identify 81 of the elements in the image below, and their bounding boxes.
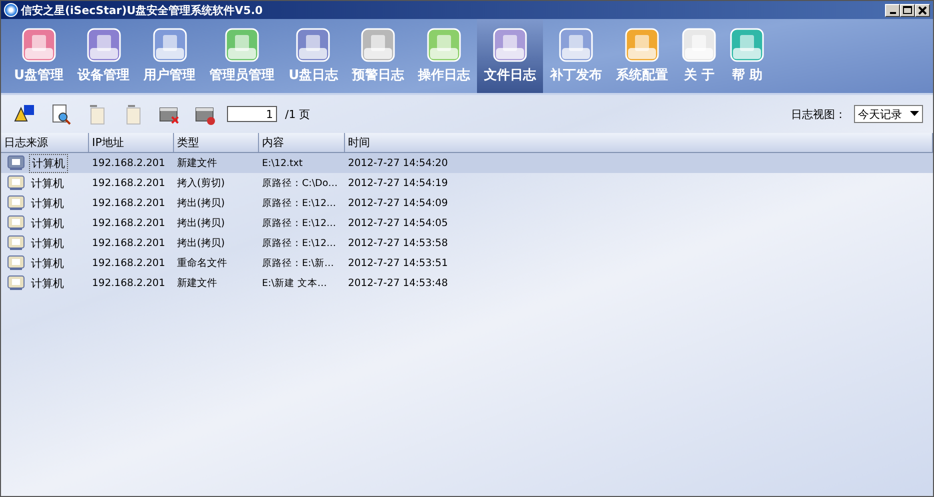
table-cell-text: E:\新建 文本… [261, 276, 328, 290]
table-cell-text: 拷出(拷贝) [176, 236, 226, 250]
tile-icon [427, 28, 462, 62]
table-cell-text: 2012-7-27 14:54:19 [347, 178, 449, 188]
view-label: 日志视图： [791, 106, 846, 122]
table-cell-text: E:\12.txt [261, 158, 304, 168]
minimize-icon [890, 12, 896, 14]
table-cell-text: 重命名文件 [176, 256, 228, 270]
table-row[interactable]: 计算机 192.168.2.201 拷出(拷贝) 原路径：E:\12… 2012-7-27 14:54:05 [1, 213, 933, 233]
table-cell-text: 2012-7-27 14:53:48 [347, 278, 449, 288]
computer-icon [7, 275, 25, 291]
table-cell-text: 2012-7-27 14:53:58 [347, 238, 449, 248]
tile-icon [625, 28, 660, 62]
tile-icon [559, 28, 594, 62]
table-cell-text: 192.168.2.201 [91, 218, 166, 228]
column-header[interactable]: IP地址 [89, 133, 174, 152]
view-dropdown[interactable]: 今天记录 [854, 105, 923, 123]
table-cell-text: 计算机 [30, 256, 65, 272]
table-cell-text: 原路径：C:\Do… [261, 176, 339, 190]
computer-icon [7, 155, 25, 171]
table-cell-text: 192.168.2.201 [91, 258, 166, 268]
table-cell-text: 192.168.2.201 [91, 198, 166, 208]
table-row[interactable]: 计算机 192.168.2.201 重命名文件 原路径：E:\新… 2012-7-27 14:53:51 [1, 253, 933, 273]
computer-icon [7, 195, 25, 211]
table-cell-text: 拷入(剪切) [176, 176, 226, 190]
maximize-button[interactable] [900, 4, 915, 16]
nav-tab[interactable]: 文件日志 [477, 19, 544, 93]
window-title: 信安之星(iSecStar)U盘安全管理系统软件V5.0 [21, 2, 263, 18]
column-header[interactable]: 日志来源 [1, 133, 89, 152]
computer-icon [7, 215, 25, 231]
table-cell-text: 2012-7-27 14:54:20 [347, 158, 449, 168]
table-cell-text: 2012-7-27 14:53:51 [347, 258, 449, 268]
table-cell-text: 拷出(拷贝) [176, 216, 226, 230]
table-cell-text: 2012-7-27 14:54:09 [347, 198, 449, 208]
table-row[interactable]: 计算机 192.168.2.201 新建文件 E:\12.txt 2012-7-27 14:54:20 [1, 153, 933, 173]
table-cell-text: 计算机 [30, 216, 65, 232]
tile-icon [296, 28, 330, 62]
minimize-button[interactable] [885, 4, 900, 16]
tile-icon [682, 28, 716, 62]
table-cell-text: 计算机 [30, 196, 65, 212]
tile-icon [225, 28, 260, 62]
table-cell-text: 192.168.2.201 [91, 238, 166, 248]
table-row[interactable]: 计算机 192.168.2.201 拷出(拷贝) 原路径：E:\12… 2012-7-27 14:54:09 [1, 193, 933, 213]
table-cell-text: 计算机 [30, 276, 65, 292]
table-cell-text: 192.168.2.201 [91, 278, 166, 288]
close-button[interactable] [915, 4, 930, 16]
column-header[interactable]: 内容 [259, 133, 345, 152]
maximize-icon [903, 6, 912, 14]
page-input[interactable]: 1 [227, 106, 277, 122]
table-cell-text: 新建文件 [176, 156, 218, 170]
table-cell-text: 原路径：E:\12… [261, 236, 337, 250]
table-row[interactable]: 计算机 192.168.2.201 拷出(拷贝) 原路径：E:\12… 2012-7-27 14:53:58 [1, 233, 933, 253]
table-cell-text: 原路径：E:\新… [261, 256, 335, 270]
search-document-icon [50, 103, 72, 125]
tile-icon [730, 28, 764, 62]
table-cell-text: 原路径：E:\12… [261, 196, 337, 210]
table-cell-text: 新建文件 [176, 276, 218, 290]
table-row[interactable]: 计算机 192.168.2.201 拷入(剪切) 原路径：C:\Do… 2012-7-27 14:54:19 [1, 173, 933, 193]
tile-icon [361, 28, 396, 62]
column-header[interactable]: 类型 [174, 133, 259, 152]
app-icon [4, 3, 18, 17]
close-icon [918, 6, 927, 14]
caret-icon [910, 111, 919, 117]
table-row[interactable]: 计算机 192.168.2.201 新建文件 E:\新建 文本… 2012-7-27 14:53:48 [1, 273, 933, 293]
table-cell-text: 原路径：E:\12… [261, 216, 337, 230]
computer-icon [7, 235, 25, 251]
tile-icon [493, 28, 528, 62]
table-cell-text: 192.168.2.201 [91, 158, 166, 168]
tile-icon [86, 28, 121, 62]
table-cell-text: 拷出(拷贝) [176, 196, 226, 210]
table-cell-text: 计算机 [30, 176, 65, 192]
tile-icon [152, 28, 187, 62]
column-header[interactable]: 时间 [345, 133, 933, 152]
table-cell-text: 192.168.2.201 [91, 178, 166, 188]
computer-icon [7, 175, 25, 191]
computer-icon [7, 255, 25, 271]
tile-icon [22, 28, 56, 62]
table-cell: 计算机 [29, 154, 68, 172]
page-total: /1 页 [285, 106, 310, 122]
table-cell-text: 2012-7-27 14:54:05 [347, 218, 449, 228]
table-cell-text: 计算机 [30, 236, 65, 252]
